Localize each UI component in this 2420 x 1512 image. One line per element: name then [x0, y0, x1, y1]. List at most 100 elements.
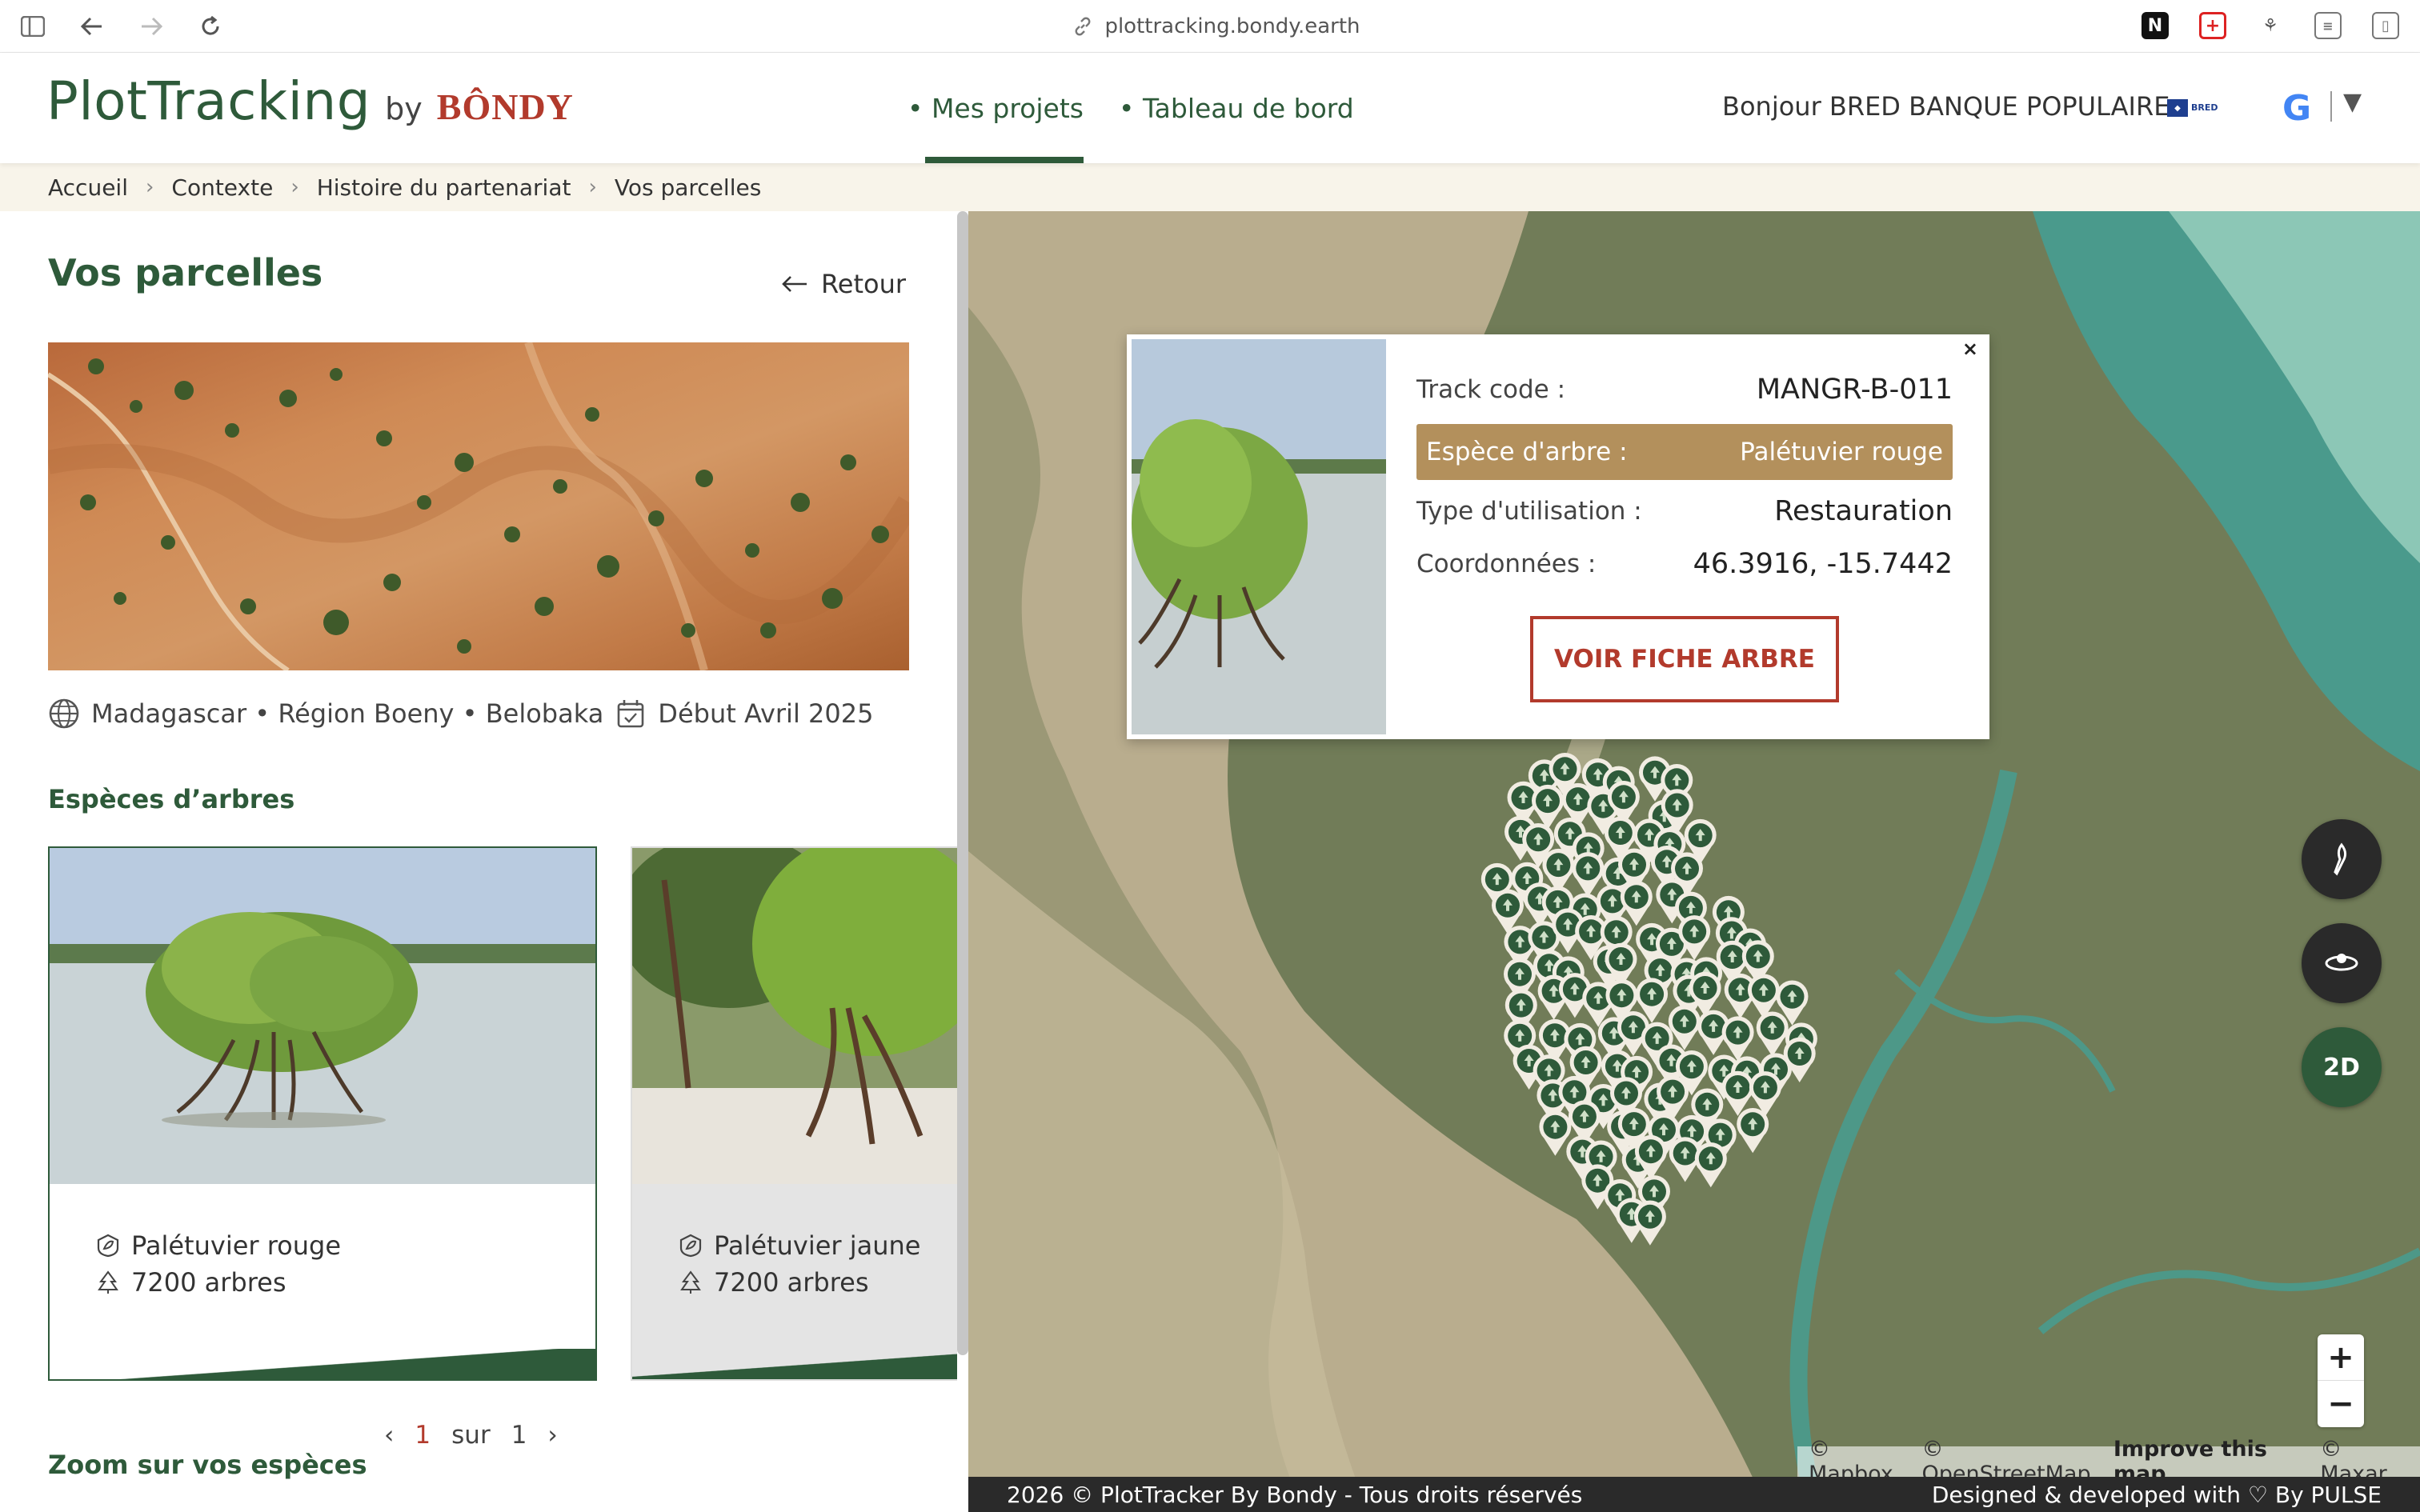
- tree-photo: [1132, 339, 1386, 734]
- tree-icon: [98, 1270, 118, 1294]
- chevron-right-icon: ›: [588, 175, 597, 199]
- google-icon[interactable]: G: [2282, 88, 2311, 129]
- species-photo: [632, 848, 957, 1184]
- copyright-text: 2026 © PlotTracker By Bondy - Tous droit…: [1007, 1481, 1583, 1508]
- logo-bondy: BÔNDY: [436, 86, 574, 127]
- usage-value: Restauration: [1774, 495, 1953, 527]
- tree-marker[interactable]: [1539, 1110, 1572, 1156]
- coordinates-row: Coordonnées : 46.3916, -15.7442: [1416, 536, 1953, 592]
- plot-aerial-photo: [48, 342, 909, 670]
- plot-location: Madagascar • Région Boeny • Belobaka: [91, 698, 604, 729]
- rotate-3d-icon: [2325, 954, 2358, 971]
- toggle-2d-button[interactable]: 2D: [2302, 1027, 2382, 1107]
- plus-extension-icon[interactable]: +: [2199, 12, 2226, 39]
- tree-marker[interactable]: [1694, 1142, 1727, 1188]
- plot-start-date: Début Avril 2025: [658, 698, 874, 729]
- breadcrumb: Accueil › Contexte › Histoire du partena…: [0, 163, 2420, 211]
- chevron-right-icon: ›: [145, 175, 154, 199]
- tree-info-popup: × Track code : MANGR-B-011 Espèce d'arbr…: [1127, 334, 1989, 739]
- site-footer: 2026 © PlotTracker By Bondy - Tous droit…: [968, 1477, 2420, 1512]
- menu-extension-icon[interactable]: ≡: [2314, 12, 2342, 39]
- logo-wordmark: PlotTracking: [46, 70, 371, 132]
- back-arrow-icon[interactable]: [77, 11, 107, 42]
- species-value: Palétuvier rouge: [1740, 438, 1943, 466]
- tree-marker[interactable]: [1572, 852, 1605, 898]
- leaf-shield-icon: [97, 1234, 119, 1258]
- coordinates-label: Coordonnées :: [1416, 550, 1597, 578]
- zoom-species-heading: Zoom sur vos espèces: [48, 1450, 367, 1480]
- track-code-value: MANGR-B-011: [1756, 374, 1953, 406]
- sidebar-toggle-icon[interactable]: [18, 11, 48, 42]
- browser-toolbar: plottracking.bondy.earth N + ⚘ ≡ ▯: [0, 0, 2420, 53]
- species-name: Palétuvier rouge: [131, 1230, 342, 1261]
- usage-row: Type d'utilisation : Restauration: [1416, 483, 1953, 539]
- plot-meta: Madagascar • Région Boeny • Belobaka Déb…: [48, 698, 873, 730]
- split-view-icon[interactable]: ▯: [2372, 12, 2399, 39]
- address-text: plottracking.bondy.earth: [1104, 14, 1360, 38]
- credits-text: Designed & developed with ♡ By PULSE: [1931, 1481, 2382, 1508]
- species-name: Palétuvier jaune: [714, 1230, 921, 1261]
- partner-logo: ◆ BRED: [2167, 96, 2244, 120]
- view-tree-button[interactable]: VOIR FICHE ARBRE: [1530, 616, 1839, 702]
- breadcrumb-contexte[interactable]: Contexte: [171, 174, 273, 201]
- main-nav: • Mes projets • Tableau de bord: [908, 53, 1354, 163]
- share-extension-icon[interactable]: ⚘: [2257, 12, 2284, 39]
- user-greeting: Bonjour BRED BANQUE POPULAIRE: [1722, 91, 2170, 122]
- reload-icon[interactable]: [195, 11, 226, 42]
- site-header: PlotTracking by BÔNDY • Mes projets • Ta…: [0, 53, 2420, 163]
- tree-marker[interactable]: [1668, 1005, 1701, 1050]
- tree-icon: [680, 1270, 701, 1294]
- map-attribution: © Mapbox © OpenStreetMap Improve this ma…: [1797, 1437, 2420, 1486]
- species-card[interactable]: Palétuvier jaune 7200 arbres: [631, 846, 957, 1381]
- breadcrumb-vos-parcelles: Vos parcelles: [614, 174, 762, 201]
- divider: [2330, 91, 2332, 122]
- address-bar[interactable]: plottracking.bondy.earth: [1048, 11, 1384, 42]
- species-row: Espèce d'arbre : Palétuvier rouge: [1416, 424, 1953, 480]
- close-popup-button[interactable]: ×: [1962, 338, 1978, 360]
- zoom-out-button[interactable]: −: [2318, 1381, 2364, 1427]
- globe-icon: [49, 698, 79, 729]
- page-title: Vos parcelles: [48, 251, 323, 294]
- pager-current: 1: [415, 1421, 431, 1450]
- tree-marker[interactable]: [1633, 1200, 1666, 1246]
- tree-marker[interactable]: [1756, 1011, 1789, 1057]
- species-card[interactable]: Palétuvier rouge 7200 arbres: [48, 846, 597, 1381]
- usage-label: Type d'utilisation :: [1416, 497, 1642, 526]
- pager-of: sur: [451, 1421, 491, 1450]
- breadcrumb-histoire[interactable]: Histoire du partenariat: [317, 174, 571, 201]
- tree-marker[interactable]: [1737, 1108, 1769, 1154]
- chevron-right-icon: ›: [290, 175, 299, 199]
- calendar-icon: [617, 700, 644, 728]
- draw-tool-button[interactable]: [2302, 819, 2382, 899]
- nav-mes-projets[interactable]: • Mes projets: [908, 53, 1084, 163]
- bred-mark-icon: ◆: [2167, 99, 2188, 117]
- card-accent-stripe: [632, 1349, 957, 1379]
- panel-scrollbar[interactable]: [957, 211, 968, 1355]
- breadcrumb-accueil[interactable]: Accueil: [48, 174, 128, 201]
- plots-panel: Vos parcelles Retour Madagascar • Région…: [0, 211, 957, 1512]
- track-code-label: Track code :: [1416, 375, 1566, 404]
- species-pager: ‹ 1 sur 1 ›: [384, 1421, 558, 1450]
- species-photo: [50, 848, 595, 1184]
- nav-tableau-de-bord[interactable]: • Tableau de bord: [1119, 53, 1354, 163]
- pen-icon: [2334, 842, 2347, 876]
- link-icon: [1076, 17, 1091, 36]
- forward-arrow-icon[interactable]: [136, 11, 166, 42]
- zoom-in-button[interactable]: +: [2318, 1334, 2364, 1381]
- plottracking-logo[interactable]: PlotTracking by BÔNDY: [46, 70, 574, 132]
- notion-extension-icon[interactable]: N: [2142, 12, 2169, 39]
- dropdown-caret-icon[interactable]: ▼: [2343, 88, 2362, 116]
- logo-by: by: [385, 91, 423, 126]
- partner-logo-text: BRED: [2191, 102, 2218, 113]
- rotate-view-button[interactable]: [2302, 923, 2382, 1003]
- tree-count: 7200 arbres: [714, 1267, 869, 1298]
- chevron-right-icon[interactable]: ›: [547, 1421, 557, 1450]
- tree-marker[interactable]: [1721, 1016, 1754, 1062]
- pager-total: 1: [511, 1421, 527, 1450]
- zoom-control: + −: [2318, 1334, 2364, 1427]
- arrow-left-icon: [782, 276, 807, 292]
- species-label: Espèce d'arbre :: [1426, 438, 1628, 466]
- chevron-left-icon[interactable]: ‹: [384, 1421, 394, 1450]
- back-button[interactable]: Retour: [781, 269, 906, 299]
- coordinates-value: 46.3916, -15.7442: [1693, 548, 1953, 580]
